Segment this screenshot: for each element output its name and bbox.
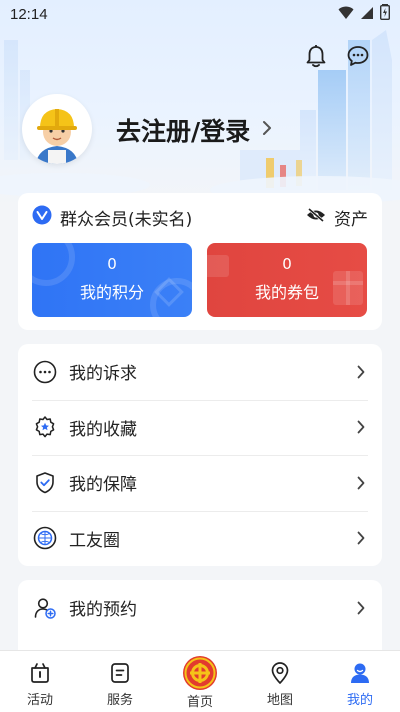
user-icon (347, 660, 373, 686)
battery-icon (379, 4, 391, 24)
menu-item-label: 工友圈 (69, 530, 120, 551)
register-login-link[interactable]: 去注册/登录 (116, 112, 272, 148)
status-time: 12:14 (10, 5, 48, 23)
service-icon (107, 660, 133, 686)
eye-hidden-icon (306, 207, 326, 227)
signal-icon (360, 5, 374, 24)
points-tile[interactable]: 0 我的积分 (32, 243, 192, 317)
wifi-icon (338, 5, 354, 24)
map-pin-icon (267, 660, 293, 686)
assets-toggle[interactable]: 资产 (306, 205, 368, 230)
register-login-label: 去注册/登录 (116, 117, 251, 146)
member-row: 群众会员(未实名) 资产 (32, 205, 368, 230)
chevron-right-icon (354, 365, 368, 379)
coupons-label: 我的券包 (254, 283, 319, 302)
menu-item-my-appeals[interactable]: 我的诉求 (18, 344, 382, 400)
points-label: 我的积分 (79, 283, 144, 302)
bottom-navigation: 活动 服务 首页 地图 我的 (0, 650, 400, 712)
status-icons (338, 4, 391, 24)
menu-item-my-appointments[interactable]: 我的预约 (18, 580, 382, 636)
nav-item-services[interactable]: 服务 (80, 651, 160, 712)
home-emblem-icon (182, 655, 218, 691)
member-card: 群众会员(未实名) 资产 0 我的积分 0 我的券包 (18, 193, 382, 330)
bell-icon[interactable] (304, 44, 328, 68)
menu-group-secondary: 我的预约 (18, 580, 382, 660)
nav-item-home[interactable]: 首页 (160, 651, 240, 712)
nav-label: 我的 (346, 693, 373, 708)
menu-group-primary: 我的诉求 我的收藏 我的保障 工友圈 (18, 344, 382, 566)
nav-item-map[interactable]: 地图 (240, 651, 320, 712)
nav-label: 活动 (26, 693, 53, 708)
header-actions (304, 44, 370, 68)
avatar[interactable] (22, 94, 92, 164)
nav-label: 首页 (186, 695, 213, 710)
person-add-icon (32, 595, 58, 621)
menu-item-label: 我的收藏 (69, 419, 137, 440)
nav-label: 服务 (106, 693, 133, 708)
member-info[interactable]: 群众会员(未实名) (32, 205, 192, 230)
member-level-label: 群众会员(未实名) (60, 209, 193, 230)
coupons-tile[interactable]: 0 我的券包 (207, 243, 367, 317)
menu-item-my-protection[interactable]: 我的保障 (18, 455, 382, 511)
shield-check-icon (32, 470, 58, 496)
menu-item-worker-circle[interactable]: 工友圈 (18, 510, 382, 567)
chevron-right-icon (354, 531, 368, 545)
chevron-right-icon (354, 420, 368, 434)
verified-badge-icon (32, 205, 52, 229)
activity-icon (27, 660, 53, 686)
star-badge-icon (32, 414, 58, 440)
status-bar: 12:14 (0, 0, 400, 28)
nav-item-mine[interactable]: 我的 (320, 651, 400, 712)
nav-item-activities[interactable]: 活动 (0, 651, 80, 712)
message-icon[interactable] (346, 44, 370, 68)
chevron-right-icon (262, 120, 272, 140)
coupons-value: 0 (282, 255, 292, 273)
menu-item-label: 我的保障 (69, 475, 137, 496)
menu-item-label: 我的诉求 (69, 364, 137, 385)
chevron-right-icon (354, 476, 368, 490)
menu-item-my-favorites[interactable]: 我的收藏 (18, 399, 382, 456)
menu-item-label: 我的预约 (69, 600, 137, 621)
chevron-right-icon (354, 601, 368, 615)
assets-label: 资产 (334, 209, 368, 230)
nav-label: 地图 (266, 693, 293, 708)
points-value: 0 (107, 255, 117, 273)
worker-avatar-illustration (36, 109, 78, 164)
chat-bubble-icon (32, 359, 58, 385)
circle-icon (32, 525, 58, 551)
